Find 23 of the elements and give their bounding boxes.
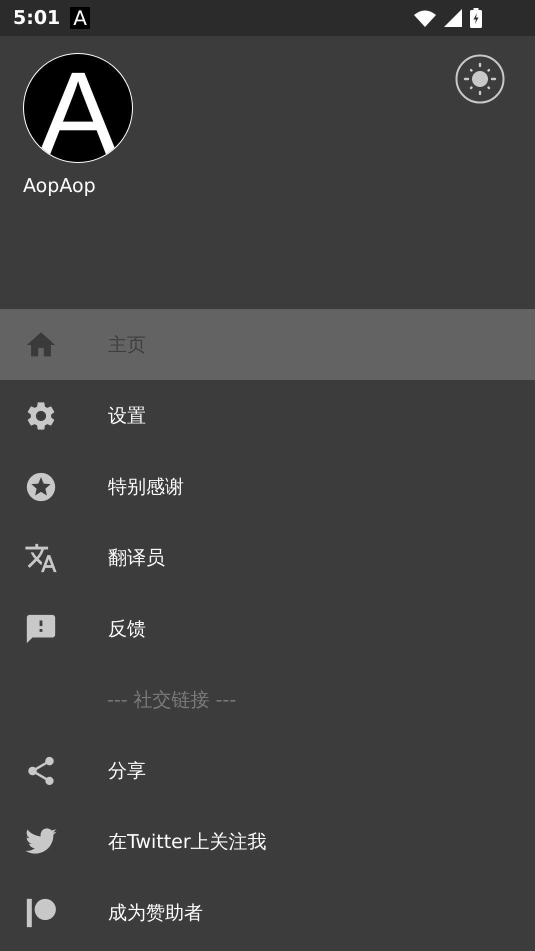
- wifi-icon: [414, 10, 436, 26]
- signal-icon: [444, 9, 462, 27]
- menu-label: 成为赞助者: [108, 900, 203, 926]
- section-heading: --- 社交链接 ---: [107, 688, 236, 712]
- menu-label: 特别感谢: [108, 474, 184, 500]
- menu-label: 设置: [108, 404, 146, 428]
- menu-item[interactable]: 反馈: [0, 593, 535, 664]
- menu-label: 分享: [108, 758, 146, 784]
- battery-icon: [470, 8, 482, 28]
- menu-label: 反馈: [108, 616, 146, 642]
- menu-item[interactable]: 成为赞助者: [0, 877, 535, 948]
- menu-item[interactable]: 分享: [0, 735, 535, 806]
- menu-label: 在Twitter上关注我: [108, 830, 267, 854]
- menu-item[interactable]: 设置: [0, 380, 535, 451]
- username: AopAop: [23, 175, 96, 197]
- menu-item[interactable]: 在Twitter上关注我: [0, 806, 535, 877]
- avatar: A: [23, 53, 133, 163]
- brightness-icon[interactable]: [454, 53, 506, 105]
- notification-icon: A: [70, 7, 90, 29]
- menu-label: 翻译员: [108, 546, 165, 570]
- status-time: 5:01: [13, 7, 60, 29]
- menu-item[interactable]: 特别感谢: [0, 451, 535, 522]
- menu-item[interactable]: 翻译员: [0, 522, 535, 593]
